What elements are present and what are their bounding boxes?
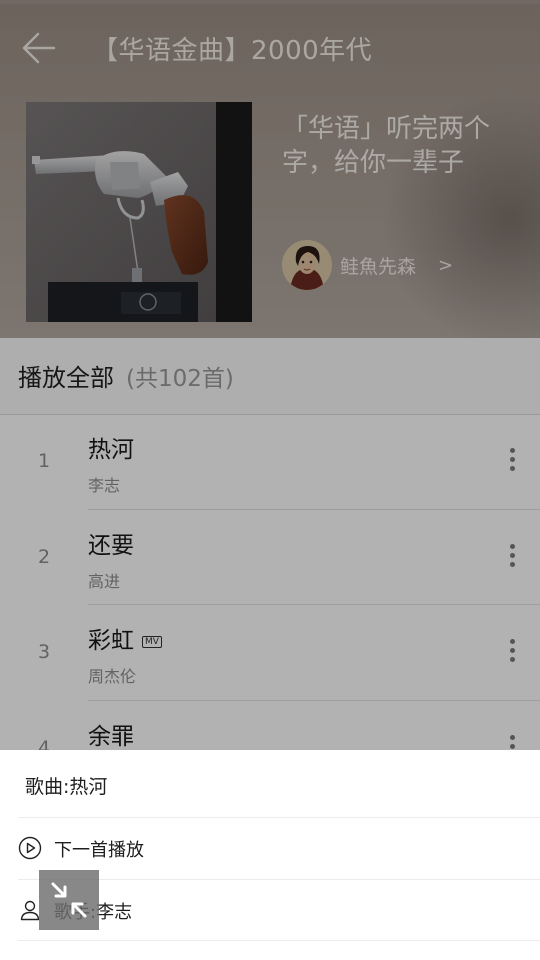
collapse-arrows-icon bbox=[51, 882, 87, 918]
play-circle-icon bbox=[18, 836, 42, 860]
playlist-screen: 【华语金曲】2000年代 「华语」听完两个字，给你一辈子 鲑魚先森 > 播放全部… bbox=[0, 0, 540, 960]
play-next-label: 下一首播放 bbox=[54, 840, 144, 861]
sheet-title: 歌曲:热河 bbox=[25, 776, 108, 798]
divider bbox=[18, 940, 540, 941]
collapse-floating-button[interactable] bbox=[39, 870, 99, 930]
modal-overlay[interactable] bbox=[0, 0, 540, 750]
